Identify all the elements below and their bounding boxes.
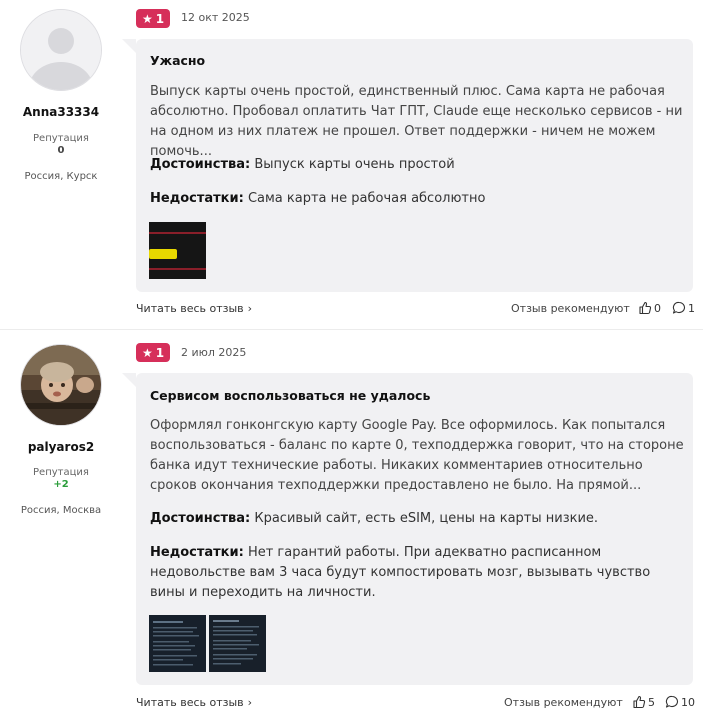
like-count: 5 xyxy=(648,695,655,709)
thumbs-up-icon xyxy=(639,301,652,315)
chevron-right-icon: › xyxy=(247,302,253,315)
photo-thumbnail[interactable] xyxy=(149,615,206,672)
pros: Достоинства: Красивый сайт, есть eSIM, ц… xyxy=(150,509,685,529)
recommend-label: Отзыв рекомендуют xyxy=(511,302,630,315)
review-body: Сервисом воспользоваться не удалось Офор… xyxy=(122,373,693,685)
username[interactable]: palyaros2 xyxy=(0,440,122,454)
star-icon: ★ xyxy=(141,345,153,360)
child-photo-avatar xyxy=(21,345,101,425)
avatar[interactable] xyxy=(20,9,102,91)
review-footer: Читать весь отзыв › Отзыв рекомендуют 5 1… xyxy=(136,695,695,712)
review-body: Ужасно Выпуск карты очень простой, единс… xyxy=(122,39,693,292)
rating-badge: ★ 1 xyxy=(136,9,170,28)
cons: Недостатки: Нет гарантий работы. При аде… xyxy=(150,543,685,603)
review-footer: Читать весь отзыв › Отзыв рекомендуют 0 1 xyxy=(136,301,695,318)
cons-label: Недостатки: xyxy=(150,545,244,560)
pros-text: Выпуск карты очень простой xyxy=(254,157,455,172)
cons-text: Сама карта не рабочая абсолютно xyxy=(247,191,486,206)
pros: Достоинства: Выпуск карты очень простой xyxy=(150,155,685,175)
photo-thumbnails xyxy=(149,615,266,672)
star-icon: ★ xyxy=(141,11,153,26)
rating-value: 1 xyxy=(155,345,165,360)
comments-button[interactable]: 10 xyxy=(665,695,695,709)
default-avatar-icon xyxy=(21,10,101,90)
read-more-link[interactable]: Читать весь отзыв › xyxy=(136,696,252,709)
like-button[interactable]: 5 xyxy=(632,695,655,709)
pros-label: Достоинства: xyxy=(150,157,251,172)
review-text: Оформлял гонконгскую карту Google Pay. В… xyxy=(150,418,684,493)
reputation-label: Репутация xyxy=(33,133,89,144)
photo-thumbnails xyxy=(149,222,206,279)
review-date: 2 июл 2025 xyxy=(181,346,247,359)
cons-label: Недостатки: xyxy=(150,191,244,206)
pros-label: Достоинства: xyxy=(150,511,251,526)
comment-count: 10 xyxy=(681,695,695,709)
comments-button[interactable]: 1 xyxy=(672,301,695,315)
username[interactable]: Anna33334 xyxy=(0,105,122,119)
reputation-value: 0 xyxy=(57,145,65,156)
location: Россия, Москва xyxy=(20,505,102,516)
review-date: 12 окт 2025 xyxy=(181,11,250,24)
review-text: Выпуск карты очень простой, единственный… xyxy=(150,84,683,159)
location: Россия, Курск xyxy=(24,171,98,182)
reputation-label: Репутация xyxy=(33,467,89,478)
read-more-label: Читать весь отзыв xyxy=(136,302,244,315)
read-more-link[interactable]: Читать весь отзыв › xyxy=(136,302,252,315)
photo-thumbnail[interactable] xyxy=(149,222,206,279)
like-count: 0 xyxy=(654,301,661,315)
read-more-label: Читать весь отзыв xyxy=(136,696,244,709)
screenshot-image xyxy=(209,615,266,672)
photo-thumbnail[interactable] xyxy=(209,615,266,672)
reputation-value: +2 xyxy=(53,479,69,490)
review-card: palyaros2 Репутация +2 Россия, Москва ★ … xyxy=(0,330,703,719)
thumbs-up-icon xyxy=(633,695,646,709)
review-title[interactable]: Ужасно xyxy=(150,53,205,68)
comment-icon xyxy=(665,695,678,708)
pros-text: Красивый сайт, есть eSIM, цены на карты … xyxy=(254,511,599,526)
review-title[interactable]: Сервисом воспользоваться не удалось xyxy=(150,388,430,403)
like-button[interactable]: 0 xyxy=(638,301,661,315)
cons: Недостатки: Сама карта не рабочая абсолю… xyxy=(150,189,685,209)
chevron-right-icon: › xyxy=(247,696,253,709)
rating-badge: ★ 1 xyxy=(136,343,170,362)
photo-image xyxy=(149,222,206,279)
recommend-label: Отзыв рекомендуют xyxy=(504,696,623,709)
avatar[interactable] xyxy=(20,344,102,426)
rating-value: 1 xyxy=(155,11,165,26)
comment-count: 1 xyxy=(688,301,695,315)
review-card: Anna33334 Репутация 0 Россия, Курск ★ 1 … xyxy=(0,0,703,329)
screenshot-image xyxy=(149,615,206,672)
comment-icon xyxy=(672,301,685,314)
